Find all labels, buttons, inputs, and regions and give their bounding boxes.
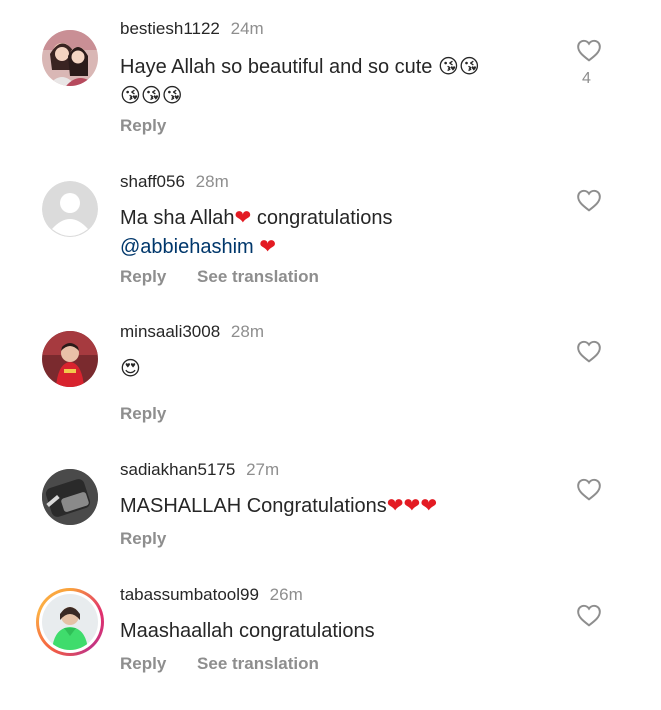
username[interactable]: tabassumbatool99 [120,585,259,604]
comment-text: MASHALLAH Congratulations❤❤❤ [120,491,560,520]
mention-link[interactable]: @abbiehashim [120,236,254,258]
kiss-emoji: 😘😘 [438,54,480,78]
red-heart-emoji: ❤ [259,234,277,258]
avatar[interactable] [42,331,98,387]
username[interactable]: minsaali3008 [120,322,220,341]
comment-text: Ma sha Allah❤ congratulations @abbiehash… [120,203,560,261]
comment-text: Haye Allah so beautiful and so cute 😘😘 😘… [120,52,560,110]
default-avatar-icon [42,181,98,237]
like-heart-icon[interactable] [576,188,602,212]
like-count: 4 [582,70,591,87]
username[interactable]: shaff056 [120,172,185,191]
timestamp: 26m [269,585,303,604]
comment-body: Maashaallah congratulations [120,620,375,642]
heart-eyes-emoji: 😍 [120,356,141,380]
like-heart-icon[interactable] [576,477,602,501]
see-translation-button[interactable]: See translation [197,654,319,673]
comment-text: 😍 [120,354,560,383]
like-heart-icon[interactable] [576,38,602,62]
timestamp: 28m [230,322,264,341]
comment-body: Ma sha Allah [120,207,235,229]
avatar[interactable] [42,181,98,237]
username[interactable]: bestiesh1122 [120,19,220,38]
avatar-photo-icon [42,594,98,650]
reply-button[interactable]: Reply [120,654,166,673]
avatar[interactable] [42,30,98,86]
story-ring[interactable] [36,588,104,656]
reply-button[interactable]: Reply [120,267,166,286]
timestamp: 24m [230,19,264,38]
avatar-photo-icon [42,30,98,86]
kiss-emoji: 😘😘😘 [120,83,183,107]
red-heart-emoji: ❤❤❤ [386,493,438,517]
red-heart-emoji: ❤ [234,205,252,229]
comment-body: congratulations [251,207,393,229]
like-heart-icon[interactable] [576,339,602,363]
reply-button[interactable]: Reply [120,529,166,548]
reply-button[interactable]: Reply [120,116,166,135]
comment-body: MASHALLAH Congratulations [120,495,387,517]
comment-text: Maashaallah congratulations [120,617,560,645]
comment-body: Haye Allah so beautiful and so cute [120,56,438,78]
avatar[interactable] [42,469,98,525]
see-translation-button[interactable]: See translation [197,267,319,286]
avatar-photo-icon [42,469,98,525]
avatar-photo-icon [42,331,98,387]
avatar[interactable] [42,594,98,650]
username[interactable]: sadiakhan5175 [120,460,235,479]
timestamp: 27m [246,460,280,479]
timestamp: 28m [195,172,229,191]
reply-button[interactable]: Reply [120,404,166,423]
like-heart-icon[interactable] [576,603,602,627]
